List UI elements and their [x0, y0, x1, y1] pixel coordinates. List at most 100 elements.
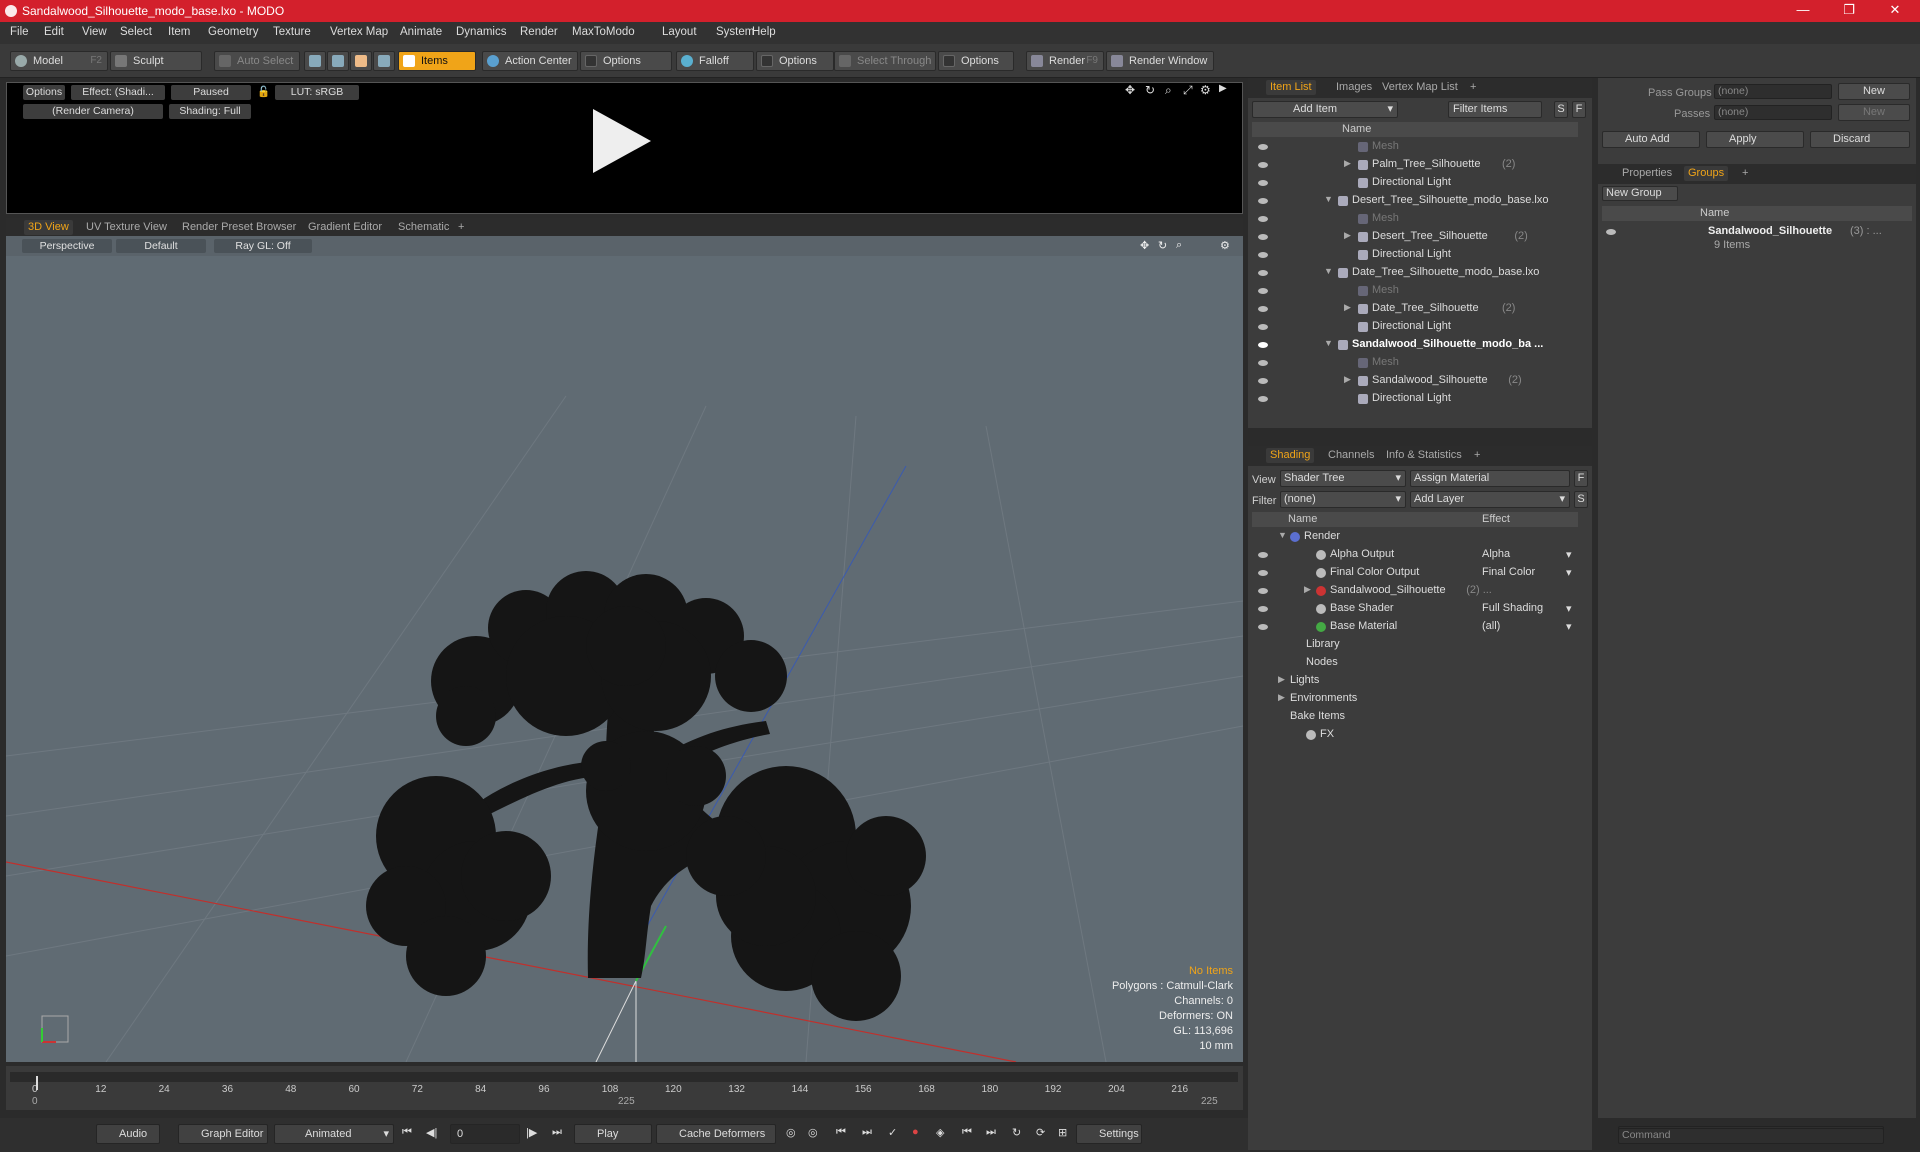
item-row[interactable]: Directional Light — [1252, 174, 1578, 192]
animated-dropdown[interactable]: Animated ▾ — [274, 1124, 394, 1144]
prev-key-icon[interactable]: ⏮ — [836, 1126, 846, 1139]
tab--[interactable]: + — [454, 220, 468, 235]
tab-vertex-map-list[interactable]: Vertex Map List — [1378, 80, 1462, 95]
perspective-dropdown[interactable]: Perspective — [22, 239, 112, 253]
menu-select[interactable]: Select — [120, 26, 152, 38]
item-row[interactable]: ▼ Date_Tree_Silhouette_modo_base.lxo — [1252, 264, 1578, 282]
expand-arrow-icon[interactable]: ▶ — [1219, 83, 1227, 94]
restore-icon[interactable]: ❐ — [1834, 2, 1864, 18]
eye-icon[interactable] — [1258, 144, 1268, 150]
gear-icon[interactable]: ⚙ — [1200, 83, 1211, 97]
options-icon[interactable]: ⊞ — [1058, 1126, 1067, 1139]
keyframe-icon[interactable]: ◎ — [808, 1126, 818, 1139]
shader-row[interactable]: Final Color Output Final Color ▾ — [1252, 564, 1578, 582]
preview-options-button[interactable]: Options — [23, 85, 65, 100]
paused-toggle[interactable]: Paused — [171, 85, 251, 100]
tab-render-preset-browser[interactable]: Render Preset Browser — [178, 220, 300, 235]
s-button[interactable]: S — [1574, 491, 1588, 508]
shader-row[interactable]: ▶ Environments — [1252, 690, 1578, 708]
tab-shading[interactable]: Shading — [1266, 448, 1315, 463]
graph-editor-button[interactable]: Graph Editor — [178, 1124, 268, 1144]
search-s-button[interactable]: S — [1554, 101, 1568, 118]
passes-dropdown[interactable]: (none) — [1714, 105, 1832, 120]
play-preview-icon[interactable] — [593, 109, 651, 173]
step-back-icon[interactable]: ◀| — [426, 1126, 437, 1139]
skip-start-icon[interactable]: ⏮ — [402, 1126, 412, 1139]
collapse-arrow-icon[interactable]: ▶ — [1344, 158, 1351, 169]
eye-icon[interactable] — [1258, 288, 1268, 294]
select-polygons-button[interactable] — [350, 51, 372, 71]
menu-layout[interactable]: Layout — [662, 26, 697, 38]
camera-dropdown[interactable]: (Render Camera) — [23, 104, 163, 119]
record-icon[interactable]: ● — [912, 1126, 919, 1138]
item-row[interactable]: Mesh — [1252, 282, 1578, 300]
item-row[interactable]: ▶ Palm_Tree_Silhouette (2) — [1252, 156, 1578, 174]
item-row[interactable]: Directional Light — [1252, 318, 1578, 336]
item-row[interactable]: ▶ Sandalwood_Silhouette (2) — [1252, 372, 1578, 390]
shader-row[interactable]: Library — [1252, 636, 1578, 654]
lock-icon[interactable]: 🔓 — [257, 85, 270, 100]
eye-icon[interactable] — [1258, 360, 1268, 366]
zoom-icon[interactable]: ⌕ — [1176, 239, 1182, 252]
menu-item[interactable]: Item — [168, 26, 190, 38]
shader-tree[interactable]: ▼ Render Alpha Output Alpha ▾ Final Color Out… — [1252, 528, 1578, 1128]
menu-animate[interactable]: Animate — [400, 26, 442, 38]
rotate-view-icon[interactable]: ↻ — [1158, 239, 1167, 252]
expand-arrow-icon[interactable]: ▶ — [1304, 584, 1311, 595]
tab--[interactable]: + — [1466, 80, 1480, 95]
expand-arrow-icon[interactable]: ▼ — [1278, 530, 1287, 540]
last-key-icon[interactable]: ⏭ — [986, 1126, 996, 1139]
tab-properties[interactable]: Properties — [1618, 166, 1676, 181]
menu-vertex-map[interactable]: Vertex Map — [330, 26, 388, 38]
item-row[interactable]: ▼ Desert_Tree_Silhouette_modo_base.lxo — [1252, 192, 1578, 210]
eye-icon[interactable] — [1258, 306, 1268, 312]
effect-dropdown[interactable]: Final Color — [1482, 566, 1535, 578]
expand-arrow-icon[interactable]: ▶ — [1278, 674, 1285, 685]
chevron-down-icon[interactable]: ▾ — [1566, 548, 1572, 561]
default-style-dropdown[interactable]: Default — [116, 239, 206, 253]
filter-dropdown[interactable]: (none) ▾ — [1280, 491, 1406, 508]
eye-icon[interactable] — [1258, 624, 1268, 630]
chevron-down-icon[interactable]: ▾ — [1566, 602, 1572, 615]
item-row[interactable]: Directional Light — [1252, 246, 1578, 264]
falloff-button[interactable]: Falloff — [676, 51, 754, 71]
move-view-icon[interactable]: ✥ — [1125, 83, 1135, 97]
new-pass-button[interactable]: New — [1838, 104, 1910, 121]
timeline[interactable]: 0 12 24 36 48 60 72 84 96 108 120 132 144 156 168 180 19… — [6, 1066, 1243, 1110]
step-forward-icon[interactable]: |▶ — [526, 1126, 537, 1139]
item-row[interactable]: Mesh — [1252, 354, 1578, 372]
set-key-icon[interactable]: ◈ — [936, 1126, 944, 1139]
zoom-icon[interactable]: ⌕ — [1165, 83, 1172, 98]
key-icon[interactable]: ◎ — [786, 1126, 796, 1139]
tab--[interactable]: + — [1470, 448, 1484, 463]
item-row[interactable]: ▼ Sandalwood_Silhouette_modo_ba ... — [1252, 336, 1578, 354]
effect-dropdown[interactable]: Alpha — [1482, 548, 1510, 560]
view-dropdown[interactable]: Shader Tree ▾ — [1280, 470, 1406, 487]
auto-key-icon[interactable]: ✓ — [888, 1126, 897, 1139]
first-key-icon[interactable]: ⏮ — [962, 1126, 972, 1139]
settings-button[interactable]: Settings — [1076, 1124, 1142, 1144]
menu-view[interactable]: View — [82, 26, 107, 38]
shader-row[interactable]: Base Shader Full Shading ▾ — [1252, 600, 1578, 618]
item-row[interactable]: ▶ Date_Tree_Silhouette (2) — [1252, 300, 1578, 318]
tab-3d-view[interactable]: 3D View — [24, 220, 73, 235]
new-pass-group-button[interactable]: New — [1838, 83, 1910, 100]
collapse-arrow-icon[interactable]: ▶ — [1344, 302, 1351, 313]
skip-end-icon[interactable]: ⏭ — [552, 1126, 562, 1139]
eye-icon[interactable] — [1258, 252, 1268, 258]
maximize-icon[interactable]: ⤢ — [1183, 83, 1193, 98]
eye-icon[interactable] — [1258, 324, 1268, 330]
play-button[interactable]: Play — [574, 1124, 652, 1144]
eye-icon[interactable] — [1258, 198, 1268, 204]
menu-maxtomodo[interactable]: MaxToModo — [572, 26, 635, 38]
refresh-icon[interactable]: ⟳ — [1036, 1126, 1045, 1139]
close-icon[interactable]: ✕ — [1880, 2, 1910, 18]
render-button[interactable]: Render F9 — [1026, 51, 1104, 71]
eye-icon[interactable] — [1258, 588, 1268, 594]
eye-icon[interactable] — [1258, 552, 1268, 558]
tab-item-list[interactable]: Item List — [1266, 80, 1316, 95]
shader-row[interactable]: ▶ Sandalwood_Silhouette (2) ... — [1252, 582, 1578, 600]
eye-icon[interactable] — [1258, 378, 1268, 384]
render-window-button[interactable]: Render Window — [1106, 51, 1214, 71]
discard-button[interactable]: Discard — [1810, 131, 1910, 148]
